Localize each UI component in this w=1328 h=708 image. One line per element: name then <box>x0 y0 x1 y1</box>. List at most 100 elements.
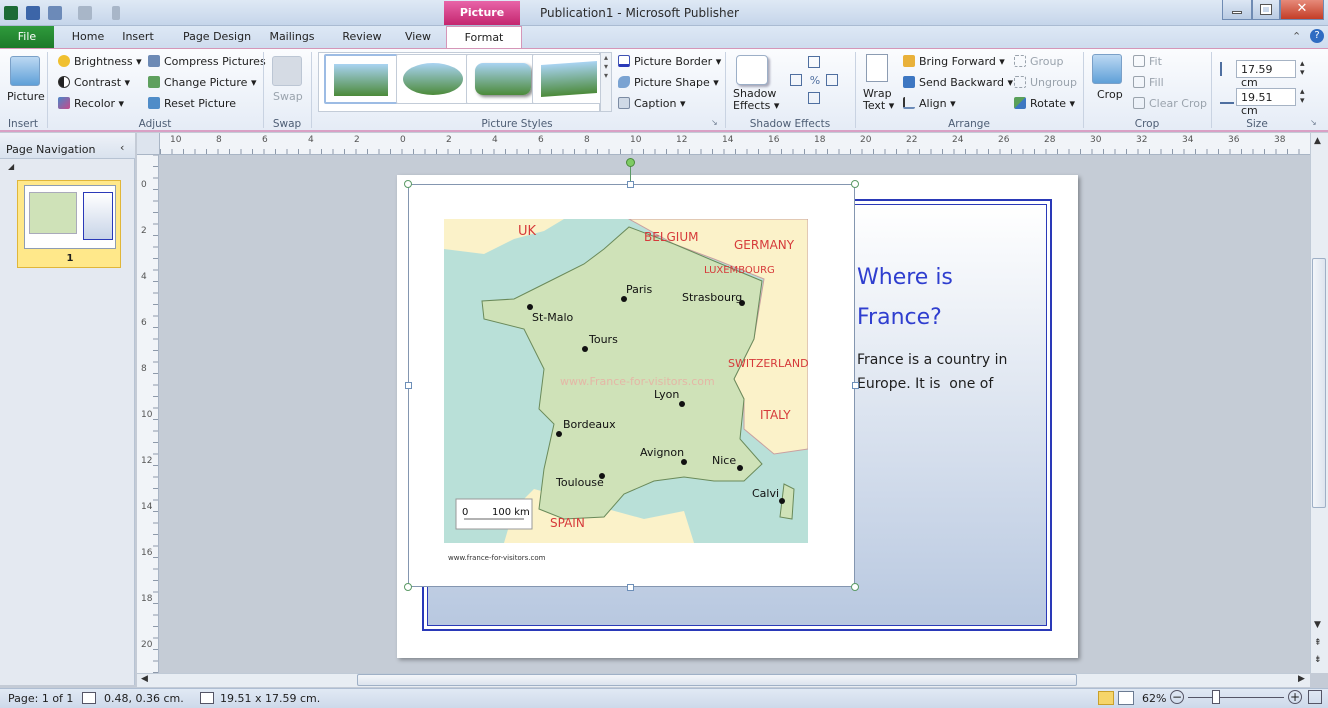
help-icon[interactable]: ? <box>1310 29 1324 43</box>
close-button[interactable]: ✕ <box>1280 0 1324 20</box>
group-label-swap: Swap <box>272 118 302 130</box>
maximize-button[interactable] <box>1252 0 1280 20</box>
fill-button[interactable]: Fill <box>1133 76 1164 89</box>
previous-page-icon[interactable]: ⇞ <box>1314 638 1322 648</box>
tab-home[interactable]: Home <box>62 26 114 48</box>
vertical-scroll-thumb[interactable] <box>1312 258 1326 508</box>
shadow-on-off-icon[interactable]: % <box>808 74 822 87</box>
ungroup-button[interactable]: Ungroup <box>1014 76 1077 89</box>
shadow-effects-button[interactable]: Shadow Effects ▾ <box>733 88 779 112</box>
undo-icon[interactable] <box>48 6 62 20</box>
scroll-left-icon[interactable]: ◀ <box>141 674 148 684</box>
publisher-app-icon[interactable] <box>4 6 18 20</box>
width-spinner[interactable]: ▴ ▾ <box>1300 88 1305 106</box>
resize-handle-bottom-left[interactable] <box>404 583 412 591</box>
ruler-tick-label: 12 <box>141 456 153 466</box>
recolor-button[interactable]: Recolor ▾ <box>58 97 124 110</box>
nudge-shadow-down-icon[interactable] <box>808 92 820 104</box>
wrap-text-button[interactable]: Wrap Text ▾ <box>863 88 894 112</box>
shape-width-field[interactable]: 19.51 cm <box>1236 88 1296 117</box>
single-page-view-icon[interactable] <box>1098 691 1114 705</box>
ruler-corner[interactable] <box>137 133 160 155</box>
shape-height-field[interactable]: 17.59 cm <box>1236 60 1296 89</box>
tab-file[interactable]: File <box>0 26 54 48</box>
zoom-slider-track[interactable] <box>1188 697 1284 698</box>
picture-border-button[interactable]: Picture Border ▾ <box>618 55 721 68</box>
collapse-pane-icon[interactable]: ‹ <box>120 141 124 154</box>
swap-button[interactable]: Swap <box>273 90 303 103</box>
tab-insert[interactable]: Insert <box>118 26 158 48</box>
tab-format[interactable]: Format <box>446 26 522 48</box>
rotate-button[interactable]: Rotate ▾ <box>1014 97 1075 110</box>
picture-tools-label: Picture Tools <box>444 1 520 43</box>
save-icon[interactable] <box>26 6 40 20</box>
minimize-button[interactable] <box>1222 0 1252 20</box>
resize-handle-top-left[interactable] <box>404 180 412 188</box>
zoom-slider-thumb[interactable] <box>1212 690 1220 704</box>
fit-icon <box>1133 55 1145 67</box>
ruler-tick-label: 10 <box>141 410 153 420</box>
rotation-handle[interactable] <box>626 158 635 167</box>
scroll-up-icon[interactable]: ▲ <box>1314 136 1321 146</box>
map-label-belgium: BELGIUM <box>644 230 698 244</box>
ruler-tick-label: 10 <box>170 135 182 145</box>
customize-qat-icon[interactable] <box>112 6 120 20</box>
zoom-out-icon[interactable]: − <box>1170 690 1184 704</box>
section-expand-icon[interactable]: ◢ <box>8 162 14 171</box>
tab-page-design[interactable]: Page Design <box>176 26 258 48</box>
clear-crop-button[interactable]: Clear Crop <box>1133 97 1207 110</box>
contrast-button[interactable]: Contrast ▾ <box>58 76 130 89</box>
compress-pictures-button[interactable]: Compress Pictures <box>148 55 266 68</box>
group-separator <box>725 52 726 128</box>
picture-shape-button[interactable]: Picture Shape ▾ <box>618 76 719 89</box>
tab-review[interactable]: Review <box>336 26 388 48</box>
resize-handle-right[interactable] <box>852 382 859 389</box>
status-page[interactable]: Page: 1 of 1 <box>8 692 73 705</box>
scroll-down-icon[interactable]: ▼ <box>1314 620 1321 630</box>
picture-style-2[interactable] <box>396 54 470 104</box>
group-button[interactable]: Group <box>1014 55 1064 68</box>
picture-button[interactable]: Picture <box>7 90 45 103</box>
body-text[interactable]: France is a country in Europe. It is one … <box>857 348 1007 396</box>
caption-button[interactable]: Caption ▾ <box>618 97 686 110</box>
nudge-shadow-left-icon[interactable] <box>790 74 802 86</box>
horizontal-scroll-thumb[interactable] <box>357 674 1077 686</box>
nudge-shadow-right-icon[interactable] <box>826 74 838 86</box>
fit-page-icon[interactable] <box>1308 690 1322 704</box>
redo-icon[interactable] <box>78 6 92 20</box>
resize-handle-left[interactable] <box>405 382 412 389</box>
nudge-shadow-up-icon[interactable] <box>808 56 820 68</box>
resize-handle-top[interactable] <box>627 181 634 188</box>
scroll-right-icon[interactable]: ▶ <box>1298 674 1305 684</box>
bring-forward-button[interactable]: Bring Forward ▾ <box>903 55 1005 68</box>
gallery-scroll[interactable]: ▴ ▾ ▾ <box>600 52 612 112</box>
window-title: Publication1 - Microsoft Publisher <box>540 6 739 20</box>
size-dialog-launcher-icon[interactable]: ↘ <box>1310 118 1317 127</box>
send-backward-button[interactable]: Send Backward ▾ <box>903 76 1013 89</box>
crop-button[interactable]: Crop <box>1097 88 1123 101</box>
resize-handle-top-right[interactable] <box>851 180 859 188</box>
heading-text[interactable]: Where is France? <box>857 258 953 338</box>
zoom-level[interactable]: 62% <box>1142 692 1166 705</box>
brightness-button[interactable]: Brightness ▾ <box>58 55 142 68</box>
picture-style-4[interactable] <box>532 54 606 104</box>
tab-mailings[interactable]: Mailings <box>262 26 322 48</box>
next-page-icon[interactable]: ⇟ <box>1314 655 1322 665</box>
page-thumbnail[interactable]: 1 <box>17 180 121 268</box>
city-label: Strasbourg <box>682 291 742 304</box>
dialog-launcher-icon[interactable]: ↘ <box>711 118 718 127</box>
tab-view[interactable]: View <box>396 26 440 48</box>
city-label: Bordeaux <box>563 418 616 431</box>
zoom-in-icon[interactable]: + <box>1288 690 1302 704</box>
height-spinner[interactable]: ▴ ▾ <box>1300 60 1305 78</box>
picture-style-1[interactable] <box>324 54 398 104</box>
minimize-ribbon-icon[interactable]: ⌃ <box>1292 30 1301 43</box>
resize-handle-bottom[interactable] <box>627 584 634 591</box>
align-button[interactable]: Align ▾ <box>903 97 956 110</box>
fit-button[interactable]: Fit <box>1133 55 1162 68</box>
change-picture-button[interactable]: Change Picture ▾ <box>148 76 256 89</box>
two-page-view-icon[interactable] <box>1118 691 1134 705</box>
resize-handle-bottom-right[interactable] <box>851 583 859 591</box>
picture-style-3[interactable] <box>466 54 540 104</box>
reset-picture-button[interactable]: Reset Picture <box>148 97 236 110</box>
